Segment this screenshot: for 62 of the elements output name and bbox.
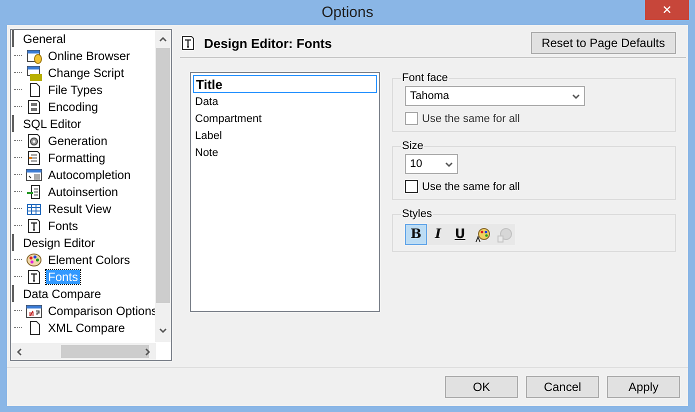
tree-item[interactable]: Autocompletion <box>46 168 133 182</box>
style-button[interactable]: U <box>449 224 471 245</box>
list-item[interactable]: Note <box>193 144 377 161</box>
font-document-icon <box>26 218 42 234</box>
tree-item[interactable]: Formatting <box>46 150 108 164</box>
tree-item[interactable]: Element Colors <box>46 252 132 266</box>
scrollbar-thumb[interactable] <box>61 345 149 358</box>
tree-item[interactable]: Autoinsertion <box>46 184 120 198</box>
tree-item[interactable]: Change Script <box>46 66 126 80</box>
list-item[interactable]: Compartment <box>193 110 377 127</box>
window-title: Options <box>322 4 374 21</box>
sql-script-icon <box>26 64 42 80</box>
dialog-button[interactable]: OK <box>445 376 518 398</box>
dropdown[interactable]: Tahoma <box>405 86 585 106</box>
scrollbar-thumb[interactable] <box>156 48 170 303</box>
tree-item[interactable]: File Types <box>46 82 104 96</box>
gear-document-icon <box>26 132 42 148</box>
list-item[interactable]: Title <box>193 75 377 93</box>
tree-group[interactable]: General <box>21 32 68 46</box>
palette-icon <box>26 252 42 268</box>
tree-item[interactable]: Generation <box>46 134 110 148</box>
checkbox-label: Use the same for all <box>422 180 520 192</box>
tree-item[interactable]: XML Compare <box>46 320 127 334</box>
style-button[interactable]: I <box>427 224 449 245</box>
list-window-icon <box>26 166 42 182</box>
tree-item[interactable]: Online Browser <box>46 48 132 62</box>
dropdown-value: Tahoma <box>410 90 450 102</box>
encoding-document-icon <box>26 98 42 114</box>
list-item[interactable]: Data <box>193 93 377 110</box>
close-button[interactable]: ✕ <box>645 0 689 20</box>
group-label: Size <box>401 140 424 152</box>
reset-button[interactable]: Reset to Page Defaults <box>530 32 676 54</box>
page-title: Design Editor: Fonts <box>204 36 333 50</box>
insert-arrow-icon <box>26 184 42 200</box>
dialog-button[interactable]: Cancel <box>526 376 599 398</box>
horizontal-scrollbar[interactable] <box>11 343 156 360</box>
tree-item[interactable]: Result View <box>46 202 114 216</box>
tree-group[interactable]: Design Editor <box>21 236 98 250</box>
checkbox[interactable] <box>405 180 418 193</box>
element-list[interactable]: Title Data Compartment Label Note <box>190 72 380 312</box>
scroll-down-icon[interactable] <box>159 327 167 335</box>
scroll-left-icon[interactable] <box>15 348 23 356</box>
font-document-icon <box>26 268 42 284</box>
browser-window-icon <box>26 48 42 64</box>
tree-item[interactable]: Encoding <box>46 100 100 114</box>
compare-window-icon <box>26 302 42 318</box>
dropdown-value: 10 <box>410 158 422 170</box>
formatting-document-icon <box>26 150 42 166</box>
tree-group[interactable]: Data Compare <box>21 286 104 300</box>
scroll-right-icon[interactable] <box>144 348 152 356</box>
dialog-button[interactable]: Apply <box>607 376 680 398</box>
group-label: Styles <box>401 208 433 220</box>
font-document-icon <box>180 35 196 51</box>
vertical-scrollbar[interactable] <box>155 30 171 342</box>
group-label: Font face <box>401 72 449 84</box>
style-button[interactable]: B <box>405 224 427 245</box>
scroll-up-icon[interactable] <box>159 35 167 43</box>
tree-group[interactable]: SQL Editor <box>21 116 84 130</box>
tree-item[interactable]: Fonts <box>46 218 80 232</box>
checkbox-label: Use the same for all <box>422 112 520 124</box>
dropdown[interactable]: 10 <box>405 154 458 174</box>
list-item[interactable]: Label <box>193 127 377 144</box>
